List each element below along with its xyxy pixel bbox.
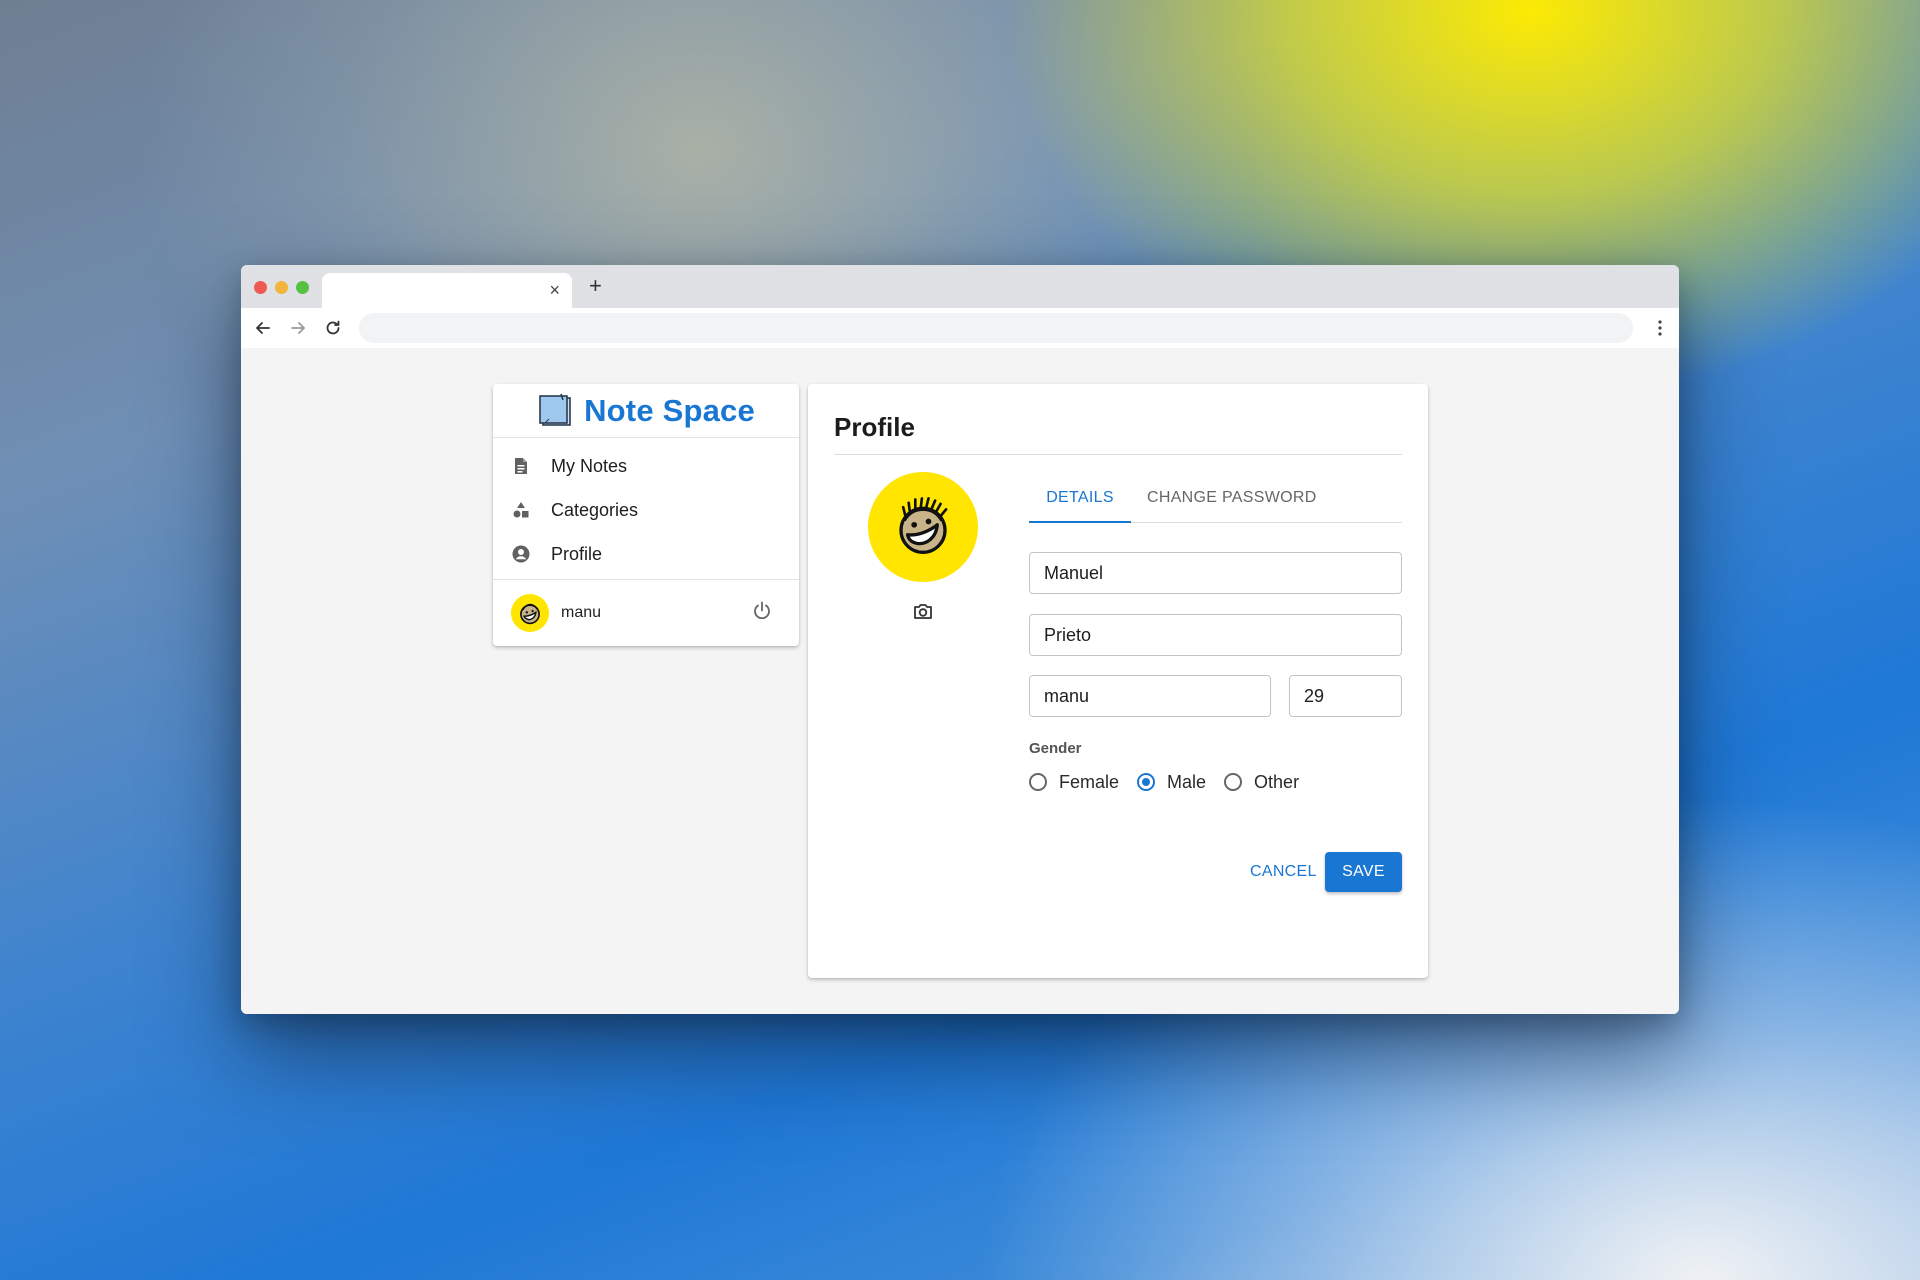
sidebar: Note Space My Notes Categories Profile m…	[493, 384, 799, 646]
browser-toolbar	[241, 308, 1679, 348]
notes-logo-icon	[539, 393, 571, 426]
minimize-window-button[interactable]	[275, 281, 288, 294]
tab-change-password[interactable]: CHANGE PASSWORD	[1147, 476, 1317, 522]
browser-window: × + Note Space My Notes Categories Profi…	[241, 265, 1679, 1014]
more-menu-icon[interactable]	[1657, 319, 1663, 337]
sidebar-item-profile[interactable]: Profile	[493, 532, 799, 576]
save-button[interactable]: SAVE	[1325, 852, 1402, 892]
radio-label-female[interactable]: Female	[1059, 772, 1119, 793]
address-bar[interactable]	[359, 313, 1633, 343]
brand-title: Note Space	[584, 392, 755, 428]
sidebar-item-label: Profile	[551, 543, 603, 564]
forward-arrow-icon[interactable]	[288, 318, 308, 338]
last-name-field[interactable]: Prieto	[1029, 614, 1402, 656]
sidebar-item-label: Categories	[551, 499, 639, 520]
browser-tab[interactable]: ×	[322, 273, 572, 308]
nav-list: My Notes Categories Profile	[493, 438, 799, 576]
smiley-face-icon	[520, 603, 540, 625]
page-viewport: Note Space My Notes Categories Profile m…	[241, 348, 1679, 1014]
radio-other[interactable]	[1224, 773, 1243, 791]
brand-header[interactable]: Note Space	[493, 384, 799, 438]
gender-label: Gender	[1029, 740, 1082, 757]
user-name: manu	[561, 604, 602, 621]
smiley-face-icon	[899, 497, 948, 554]
tab-strip: × +	[241, 265, 1679, 308]
current-user: manu	[493, 579, 799, 646]
age-field[interactable]: 29	[1289, 675, 1402, 717]
profile-tabs: DETAILS CHANGE PASSWORD	[1029, 476, 1402, 523]
sidebar-item-my-notes[interactable]: My Notes	[493, 444, 799, 488]
radio-label-male[interactable]: Male	[1167, 772, 1206, 793]
profile-avatar[interactable]	[868, 472, 978, 582]
page-title: Profile	[834, 412, 915, 442]
close-window-button[interactable]	[254, 281, 267, 294]
radio-label-other[interactable]: Other	[1254, 772, 1299, 793]
maximize-window-button[interactable]	[296, 281, 309, 294]
sidebar-item-categories[interactable]: Categories	[493, 488, 799, 532]
tab-details[interactable]: DETAILS	[1029, 476, 1131, 523]
first-name-field[interactable]: Manuel	[1029, 552, 1402, 594]
avatar[interactable]	[511, 594, 549, 632]
camera-icon[interactable]	[912, 600, 934, 622]
power-icon[interactable]	[751, 600, 773, 622]
radio-male[interactable]	[1137, 773, 1156, 791]
shapes-icon	[513, 502, 529, 518]
username-field[interactable]: manu	[1029, 675, 1271, 717]
new-tab-button[interactable]: +	[589, 275, 602, 297]
sidebar-item-label: My Notes	[551, 455, 628, 476]
title-divider	[834, 454, 1402, 455]
reload-icon[interactable]	[323, 318, 343, 338]
account-circle-icon	[512, 545, 530, 563]
close-tab-icon[interactable]: ×	[549, 280, 560, 300]
cancel-button[interactable]: CANCEL	[1250, 852, 1317, 892]
radio-female[interactable]	[1029, 773, 1047, 791]
back-arrow-icon[interactable]	[253, 318, 273, 338]
gender-radio-group: Female Male Other	[1029, 769, 1317, 795]
profile-card: Profile DETAILS CHANGE PASSWORD Manuel P…	[808, 384, 1428, 978]
document-icon	[515, 458, 527, 474]
